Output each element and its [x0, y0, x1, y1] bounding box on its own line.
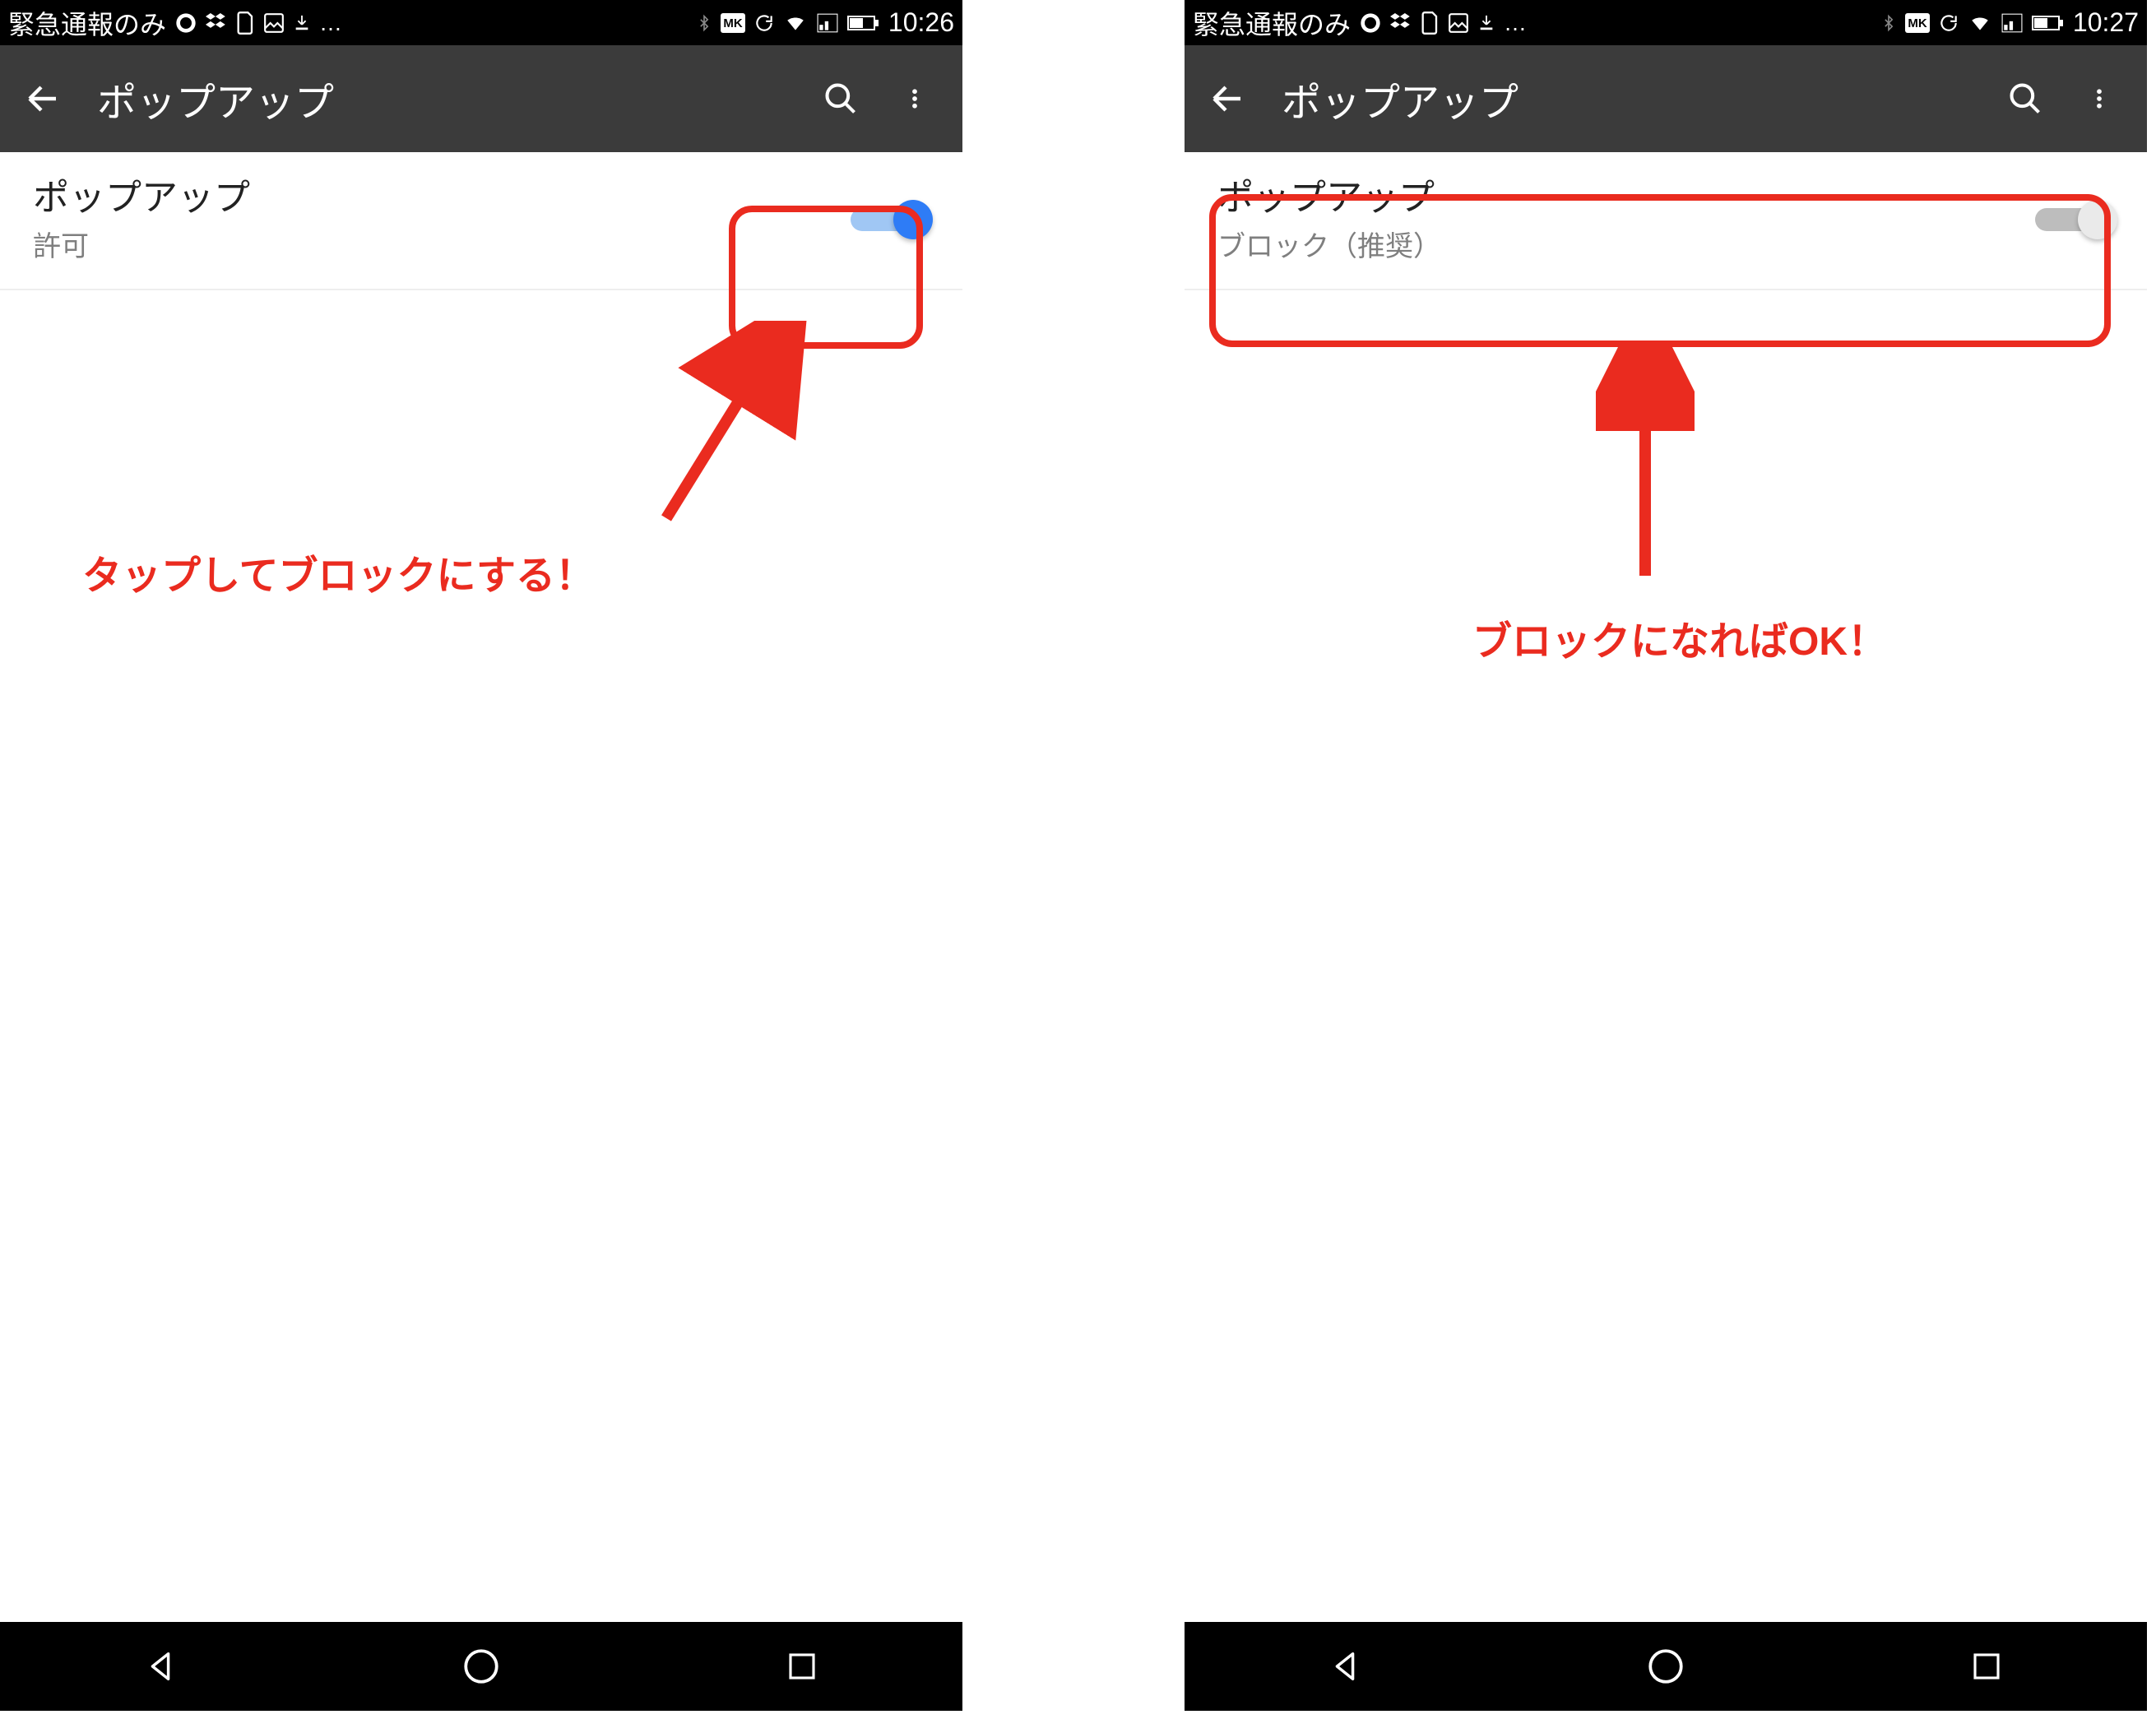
- annotation-arrow-icon: [633, 321, 814, 535]
- download-icon: [1477, 12, 1495, 35]
- more-dots-icon: …: [1504, 10, 1527, 36]
- nav-back-button[interactable]: [1320, 1642, 1370, 1691]
- phone-right-screenshot: 緊急通報のみ … MK 10:27 ポップアップ: [1185, 0, 2147, 1711]
- page-title: ポップアップ: [97, 70, 791, 127]
- search-button[interactable]: [2001, 74, 2050, 123]
- back-button[interactable]: [23, 79, 63, 118]
- overflow-menu-button[interactable]: [890, 74, 939, 123]
- mk-badge-icon: MK: [721, 13, 745, 33]
- nav-back-button[interactable]: [136, 1642, 185, 1691]
- dropbox-icon: [206, 12, 229, 35]
- wifi-icon: [783, 12, 808, 34]
- status-left: 緊急通報のみ …: [8, 4, 342, 42]
- page-title: ポップアップ: [1282, 70, 1976, 127]
- firefox-icon: [174, 12, 197, 35]
- carrier-label: 緊急通報のみ: [8, 4, 166, 42]
- sim-icon: [1421, 12, 1440, 35]
- setting-sublabel: 許可: [33, 224, 851, 264]
- setting-label: ポップアップ: [33, 175, 851, 220]
- nav-recent-button[interactable]: [777, 1642, 827, 1691]
- wifi-icon: [1968, 12, 1992, 34]
- sync-icon: [1938, 12, 1959, 34]
- status-bar: 緊急通報のみ … MK 10:27: [1185, 0, 2147, 45]
- back-button[interactable]: [1208, 79, 1247, 118]
- signal-icon: [2001, 12, 2024, 34]
- status-bar: 緊急通報のみ … MK 10:26: [0, 0, 962, 45]
- settings-content: ポップアップ 許可: [0, 152, 962, 290]
- status-left: 緊急通報のみ …: [1193, 4, 1527, 42]
- svg-text:MK: MK: [723, 16, 742, 30]
- popup-setting-row[interactable]: ポップアップ 許可: [0, 152, 962, 290]
- setting-label: ポップアップ: [1217, 175, 2035, 220]
- popup-toggle[interactable]: [851, 202, 930, 238]
- dropbox-icon: [1390, 12, 1413, 35]
- download-icon: [293, 12, 311, 35]
- sim-icon: [237, 12, 255, 35]
- annotation-text: タップしてブロックにする！: [82, 543, 595, 600]
- app-bar: ポップアップ: [1185, 45, 2147, 152]
- app-bar: ポップアップ: [0, 45, 962, 152]
- nav-recent-button[interactable]: [1962, 1642, 2011, 1691]
- bluetooth-icon: [1880, 12, 1897, 35]
- annotation-arrow-icon: [1596, 345, 1695, 592]
- firefox-icon: [1359, 12, 1382, 35]
- battery-icon: [2032, 14, 2065, 32]
- popup-toggle[interactable]: [2035, 202, 2114, 238]
- clock: 10:27: [2073, 7, 2139, 38]
- nav-bar: [1185, 1622, 2147, 1711]
- status-right: MK 10:26: [696, 7, 954, 38]
- svg-text:MK: MK: [1908, 16, 1926, 30]
- signal-icon: [816, 12, 839, 34]
- sync-icon: [753, 12, 775, 34]
- nav-bar: [0, 1622, 962, 1711]
- annotation-text: ブロックになればOK！: [1472, 609, 1887, 666]
- setting-sublabel: ブロック（推奨）: [1217, 224, 2035, 264]
- nav-home-button[interactable]: [457, 1642, 506, 1691]
- clock: 10:26: [888, 7, 954, 38]
- phone-left-screenshot: 緊急通報のみ … MK 10:26 ポッ: [0, 0, 962, 1711]
- search-button[interactable]: [816, 74, 865, 123]
- nav-home-button[interactable]: [1641, 1642, 1690, 1691]
- mk-badge-icon: MK: [1905, 13, 1930, 33]
- picture-icon: [263, 12, 285, 34]
- settings-content: ポップアップ ブロック（推奨）: [1185, 152, 2147, 290]
- more-dots-icon: …: [319, 10, 342, 36]
- battery-icon: [847, 14, 880, 32]
- status-right: MK 10:27: [1880, 7, 2139, 38]
- carrier-label: 緊急通報のみ: [1193, 4, 1351, 42]
- picture-icon: [1448, 12, 1469, 34]
- overflow-menu-button[interactable]: [2075, 74, 2124, 123]
- bluetooth-icon: [696, 12, 712, 35]
- popup-setting-row[interactable]: ポップアップ ブロック（推奨）: [1185, 152, 2147, 290]
